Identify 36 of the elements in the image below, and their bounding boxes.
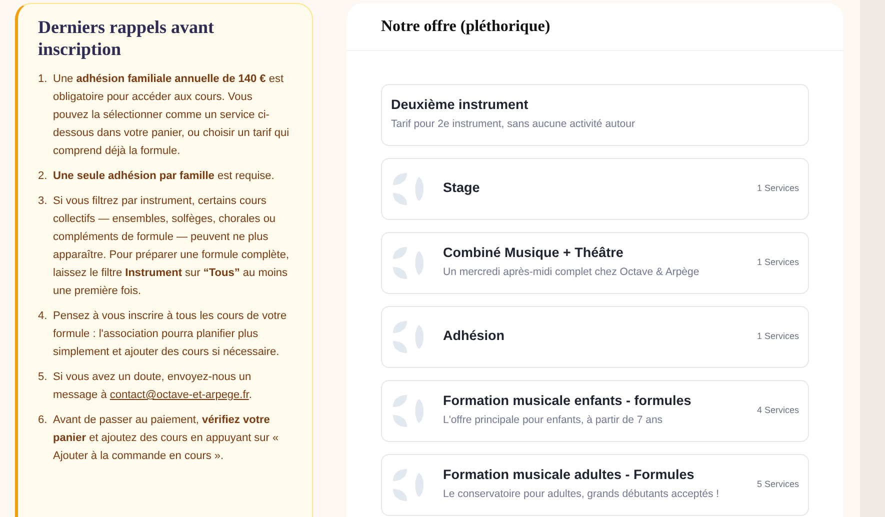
list-number: 2. [38, 169, 48, 184]
offer-title: Formation musicale enfants - formules [443, 392, 692, 410]
reminder-text: Une seule adhésion par famille est requise. [53, 169, 274, 184]
reminder-text: Si vous filtrez par instrument, certains cours collectifs — ensembles, solfèges, chorales ou compléments de formule — peuvent ne plus apparaître. Pour préparer une formule complète, laissez le filtre Instrument sur “Tous” au moins une première fois. [53, 194, 290, 299]
list-number: 3. [38, 194, 48, 209]
reminder-text: Pensez à vous inscrire à tous les cours de votre formule : l'association pourra planifier plus simplement et ajouter des cours si nécessaire. [53, 309, 288, 360]
offer-card[interactable]: Formation musicale adultes - Formules Le conservatoire pour adultes, grands débutants acceptés ! 5 Services [381, 454, 809, 516]
offer-card[interactable]: Stage 1 Services [381, 158, 809, 220]
reminder-text: Si vous avez un doute, envoyez-nous un message à contact@octave-et-arpege.fr. [53, 370, 253, 403]
offer-description: Le conservatoire pour adultes, grands débutants acceptés ! [443, 486, 720, 502]
offer-card[interactable]: Formation musicale enfants - formules L'offre principale pour enfants, à partir de 7 ans 4 Services [381, 380, 809, 442]
service-count: 1 Services [756, 330, 799, 343]
offer-title: Stage [443, 180, 481, 198]
list-number: 1. [38, 72, 48, 87]
offer-title: Adhésion [443, 328, 506, 346]
list-number: 4. [38, 309, 48, 324]
email-link[interactable]: contact@octave-et-arpege.fr [110, 389, 249, 401]
offer-title: Deuxième instrument [391, 97, 530, 114]
offer-card[interactable]: Combiné Musique + Théâtre Un mercredi après-midi complet chez Octave & Arpège 1 Services [381, 232, 809, 294]
offer-heading: Notre offre (pléthorique) [381, 16, 550, 36]
service-count: 4 Services [756, 404, 799, 417]
reminder-text: Avant de passer au paiement, vérifiez votre panier et ajoutez des cours en appuyant sur « Ajouter à la commande en cours ». [53, 413, 280, 464]
offer-title: Formation musicale adultes - Formules [443, 466, 696, 484]
reminder-text: Une adhésion familiale annuelle de 140 € est obligatoire pour accéder aux cours. Vous pouvez la sélectionner comme un service ci-dessous dans votre panier, ou choisir un tarif qui comprend déjà la formule. [53, 72, 290, 159]
offer-title: Combiné Musique + Théâtre [443, 244, 624, 262]
offer-description: L'offre principale pour enfants, à partir de 7 ans [443, 412, 664, 428]
service-count: 1 Services [756, 256, 799, 269]
reminders-title: Derniers rappels avant inscription [38, 16, 215, 60]
offer-card[interactable]: Adhésion 1 Services [381, 306, 809, 368]
list-number: 6. [38, 413, 48, 428]
offer-card[interactable]: Deuxième instrument Tarif pour 2e instrument, sans aucune activité autour [381, 84, 809, 146]
offer-description: Un mercredi après-midi complet chez Octave & Arpège [443, 264, 700, 280]
service-count: 5 Services [756, 478, 799, 491]
list-number: 5. [38, 370, 48, 385]
service-count: 1 Services [756, 182, 799, 195]
offer-description: Tarif pour 2e instrument, sans aucune activité autour [391, 116, 636, 132]
